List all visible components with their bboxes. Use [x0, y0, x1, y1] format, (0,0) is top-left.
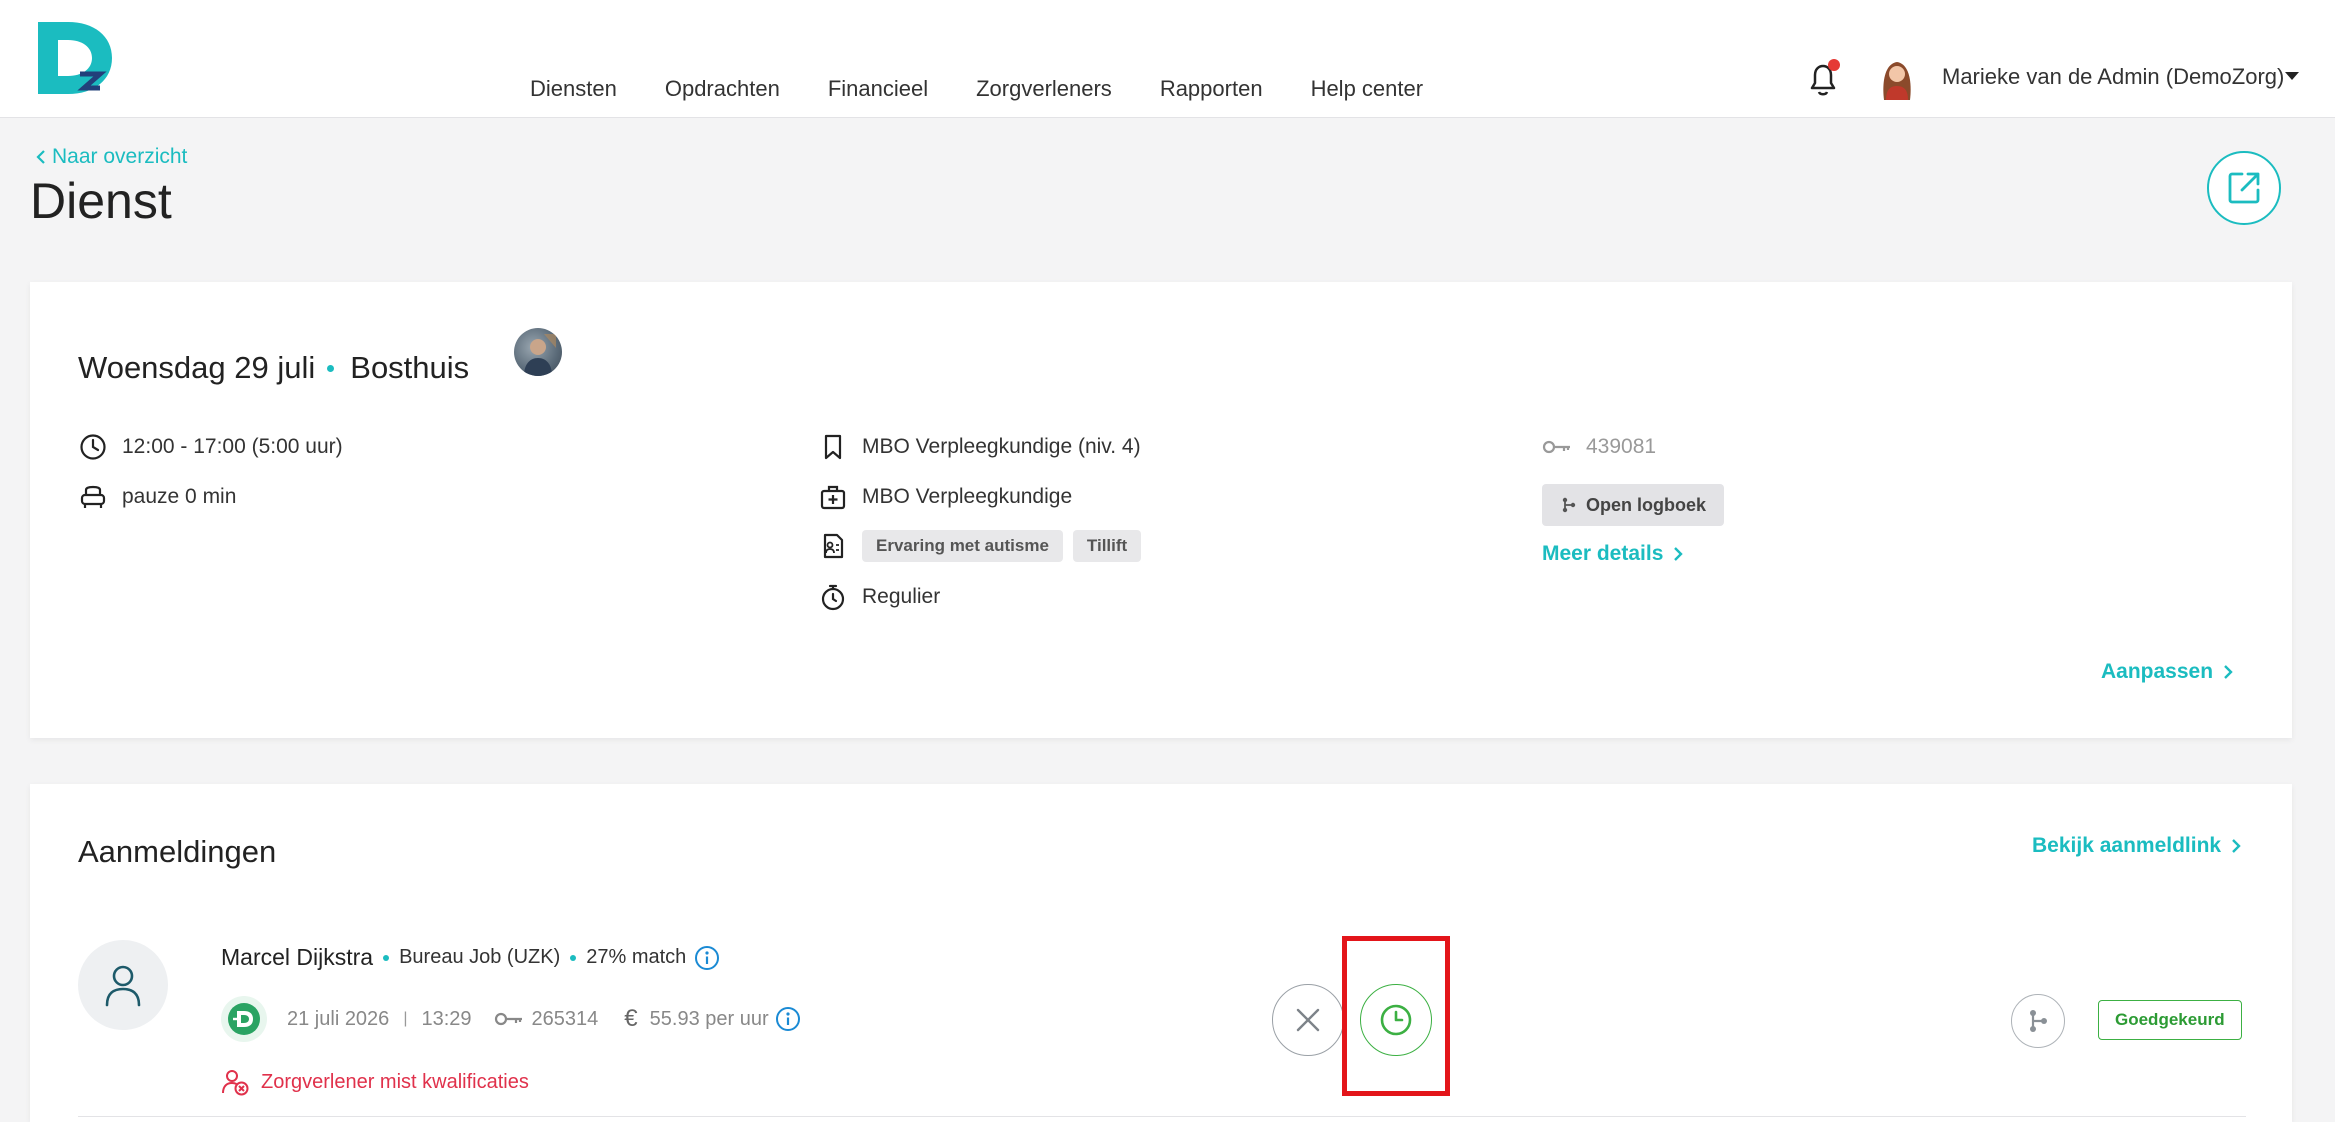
shift-tags-row: Ervaring met autisme Tillift: [818, 530, 1151, 562]
applied-date: 21 juli 2026: [287, 1007, 390, 1030]
separator-dot: [383, 954, 390, 961]
tag-autism: Ervaring met autisme: [862, 530, 1063, 562]
shift-pause: pauze 0 min: [122, 485, 237, 508]
key-icon: [1542, 432, 1572, 462]
stopwatch-icon: [818, 582, 848, 612]
shift-title: Woensdag 29 juli Bosthuis: [78, 350, 469, 386]
view-application-link[interactable]: Bekijk aanmeldlink: [2032, 834, 2241, 858]
view-application-label: Bekijk aanmeldlink: [2032, 834, 2222, 857]
external-link-icon: [2228, 172, 2260, 204]
chevron-right-icon: [2224, 665, 2233, 679]
nav-item-financieel[interactable]: Financieel: [828, 76, 928, 102]
edit-shift-link[interactable]: Aanpassen: [2101, 660, 2233, 684]
shift-id-row: 439081: [1542, 432, 1656, 462]
shift-date: Woensdag 29 juli: [78, 350, 316, 385]
pending-approve-button[interactable]: [1360, 984, 1432, 1056]
close-icon: [1296, 1008, 1320, 1032]
more-details-label: Meer details: [1542, 542, 1664, 565]
shift-type: Regulier: [862, 585, 941, 608]
shift-location: Bosthuis: [350, 350, 470, 385]
workflow-button[interactable]: [2011, 994, 2065, 1048]
user-icon: [105, 965, 141, 1007]
applicant-name[interactable]: Marcel Dijkstra: [221, 944, 373, 971]
key-icon: [494, 1012, 522, 1026]
shift-id: 439081: [1586, 435, 1657, 458]
applications-card: Aanmeldingen Bekijk aanmeldlink Marcel D…: [30, 784, 2292, 1122]
back-to-overview-link[interactable]: Naar overzicht: [36, 145, 187, 169]
applications-title: Aanmeldingen: [78, 834, 277, 869]
row-divider: [78, 1116, 2246, 1117]
applicant-avatar[interactable]: [78, 940, 168, 1030]
shift-time-row: 12:00 - 17:00 (5:00 uur): [78, 432, 343, 462]
shift-function: MBO Verpleegkundige (niv. 4): [862, 435, 1141, 458]
armchair-icon: [78, 482, 108, 512]
nav-item-rapporten[interactable]: Rapporten: [1160, 76, 1263, 102]
separator: |: [403, 1010, 408, 1027]
medical-bag-icon: [818, 482, 848, 512]
separator-dot: [570, 954, 577, 961]
separator-dot: [327, 364, 335, 372]
shift-qualification-row: MBO Verpleegkundige: [818, 482, 1072, 512]
chevron-left-icon: [36, 150, 45, 164]
assigned-avatar[interactable]: [514, 328, 562, 376]
chevron-right-icon: [2232, 839, 2241, 853]
warning-text: Zorgverlener mist kwalificaties: [261, 1070, 529, 1093]
edit-shift-label: Aanpassen: [2101, 660, 2214, 683]
missing-qualifications-warning: Zorgverlener mist kwalificaties: [221, 1068, 529, 1096]
user-error-icon: [222, 1070, 249, 1096]
user-name[interactable]: Marieke van de Admin (DemoZorg): [1942, 64, 2284, 90]
shift-type-row: Regulier: [818, 582, 940, 612]
back-link-label: Naar overzicht: [52, 145, 188, 168]
more-details-link[interactable]: Meer details: [1542, 542, 1684, 566]
agency-logo-icon: [221, 996, 267, 1042]
main-nav: Diensten Opdrachten Financieel Zorgverle…: [530, 76, 1471, 102]
shift-pause-row: pauze 0 min: [78, 482, 236, 512]
open-logbook-label: Open logboek: [1586, 494, 1707, 515]
shift-time: 12:00 - 17:00 (5:00 uur): [122, 435, 343, 458]
logo[interactable]: [38, 22, 116, 94]
tag-tillift: Tillift: [1072, 530, 1142, 562]
shift-qualification: MBO Verpleegkundige: [862, 485, 1073, 508]
nav-item-zorgverleners[interactable]: Zorgverleners: [976, 76, 1112, 102]
open-logbook-button[interactable]: Open logboek: [1542, 484, 1725, 526]
applicant-header: Marcel Dijkstra Bureau Job (UZK) 27% mat…: [221, 944, 720, 971]
flow-icon: [1562, 497, 1576, 513]
notifications-bell-icon[interactable]: [1806, 58, 1842, 98]
applicant-id: 265314: [531, 1007, 599, 1030]
page-title: Dienst: [30, 173, 172, 229]
bookmark-icon: [818, 432, 848, 462]
applicant-agency: Bureau Job (UZK): [399, 946, 561, 968]
info-icon[interactable]: [694, 945, 720, 971]
euro-icon: €: [624, 1005, 638, 1032]
applicant-match: 27% match: [586, 946, 687, 968]
applied-time: 13:29: [421, 1007, 472, 1030]
document-person-icon: [818, 531, 848, 561]
clock-icon: [1380, 1004, 1412, 1036]
top-bar: Diensten Opdrachten Financieel Zorgverle…: [0, 0, 2335, 118]
shift-card: Woensdag 29 juli Bosthuis 12:00 - 17:00 …: [30, 282, 2292, 738]
applicant-rate: 55.93 per uur: [649, 1007, 769, 1030]
nav-item-opdrachten[interactable]: Opdrachten: [665, 76, 780, 102]
nav-item-help-center[interactable]: Help center: [1311, 76, 1424, 102]
info-icon[interactable]: [775, 1006, 801, 1032]
applicant-meta: 21 juli 2026 | 13:29 265314 € 55.93 per …: [221, 996, 801, 1042]
clock-icon: [78, 432, 108, 462]
status-badge: Goedgekeurd: [2098, 1000, 2242, 1040]
user-avatar[interactable]: [1874, 54, 1920, 102]
open-external-button[interactable]: [2207, 151, 2281, 225]
chevron-right-icon: [1674, 547, 1684, 561]
shift-function-row: MBO Verpleegkundige (niv. 4): [818, 432, 1141, 462]
nav-item-diensten[interactable]: Diensten: [530, 76, 617, 102]
chevron-down-icon[interactable]: [2284, 70, 2300, 82]
flow-icon: [2030, 1010, 2047, 1032]
reject-button[interactable]: [1272, 984, 1344, 1056]
